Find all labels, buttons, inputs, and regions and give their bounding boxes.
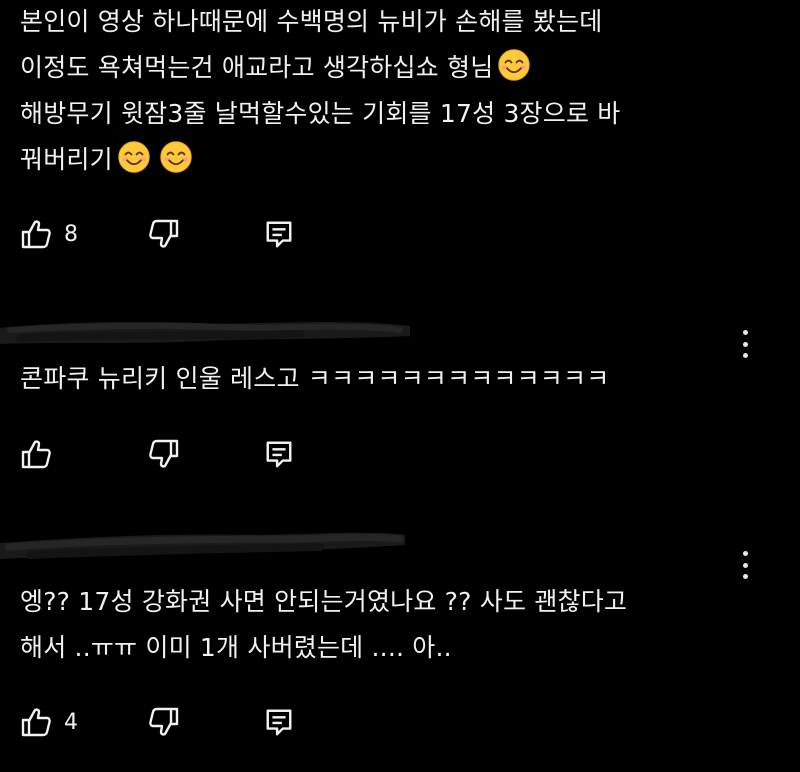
thumbs-down-icon xyxy=(148,218,180,250)
like-button[interactable]: 8 xyxy=(20,214,78,254)
comment-1: 본인이 영상 하나때문에 수백명의 뉴비가 손해를 봤는데 이정도 욕쳐먹는건 … xyxy=(0,0,800,270)
comment-action-bar: 4 xyxy=(20,702,320,742)
thumbs-down-icon xyxy=(148,706,180,738)
comment-3: 엥?? 17성 강화권 사면 안되는거였나요 ?? 사도 괜찮다고 해서 ..ㅠ… xyxy=(0,515,800,772)
reply-button[interactable] xyxy=(264,434,294,474)
reply-icon xyxy=(264,707,294,737)
comment-line: 콘파쿠 뉴리키 인울 레스고 ㅋㅋㅋㅋㅋㅋㅋㅋㅋㅋㅋㅋㅋ xyxy=(20,364,610,393)
smiling-emoji-icon xyxy=(117,140,151,174)
comment-body: 콘파쿠 뉴리키 인울 레스고 ㅋㅋㅋㅋㅋㅋㅋㅋㅋㅋㅋㅋㅋ xyxy=(20,356,740,402)
thumbs-up-icon xyxy=(20,438,52,470)
redacted-author-name xyxy=(0,321,410,344)
comment-body: 본인이 영상 하나때문에 수백명의 뉴비가 손해를 봤는데 이정도 욕쳐먹는건 … xyxy=(20,0,740,183)
more-vert-icon xyxy=(742,551,748,556)
comment-line: 이정도 욕쳐먹는건 애교라고 생각하십쇼 형님 xyxy=(20,53,494,82)
reply-button[interactable] xyxy=(264,214,294,254)
thumbs-up-icon xyxy=(20,218,52,250)
smiling-emoji-icon xyxy=(497,48,531,82)
comment-line: 꿔버리기 xyxy=(20,145,113,174)
smiling-emoji-icon xyxy=(159,140,193,174)
like-button[interactable] xyxy=(20,434,64,474)
reply-button[interactable] xyxy=(264,702,294,742)
redacted-author-name xyxy=(0,532,405,559)
comment-line: 해서 ..ㅠㅠ 이미 1개 사버렸는데 .... 아.. xyxy=(20,633,452,662)
like-count: 4 xyxy=(64,709,78,735)
comment-body: 엥?? 17성 강화권 사면 안되는거였나요 ?? 사도 괜찮다고 해서 ..ㅠ… xyxy=(20,579,740,671)
more-vert-icon xyxy=(742,330,748,335)
comment-line: 해방무기 윗잠3줄 날먹할수있는 기회를 17성 3장으로 바 xyxy=(20,99,621,128)
reply-icon xyxy=(264,219,294,249)
dislike-button[interactable] xyxy=(148,434,180,474)
comment-action-bar xyxy=(20,434,320,474)
thumbs-down-icon xyxy=(148,438,180,470)
like-button[interactable]: 4 xyxy=(20,702,78,742)
thumbs-up-icon xyxy=(20,706,52,738)
dislike-button[interactable] xyxy=(148,214,180,254)
more-options-button[interactable] xyxy=(734,549,756,581)
dislike-button[interactable] xyxy=(148,702,180,742)
comment-line: 엥?? 17성 강화권 사면 안되는거였나요 ?? 사도 괜찮다고 xyxy=(20,587,628,616)
comment-2: 콘파쿠 뉴리키 인울 레스고 ㅋㅋㅋㅋㅋㅋㅋㅋㅋㅋㅋㅋㅋ xyxy=(0,300,800,490)
comment-action-bar: 8 xyxy=(20,214,320,254)
like-count: 8 xyxy=(64,221,78,247)
reply-icon xyxy=(264,439,294,469)
comment-line: 본인이 영상 하나때문에 수백명의 뉴비가 손해를 봤는데 xyxy=(20,7,603,36)
